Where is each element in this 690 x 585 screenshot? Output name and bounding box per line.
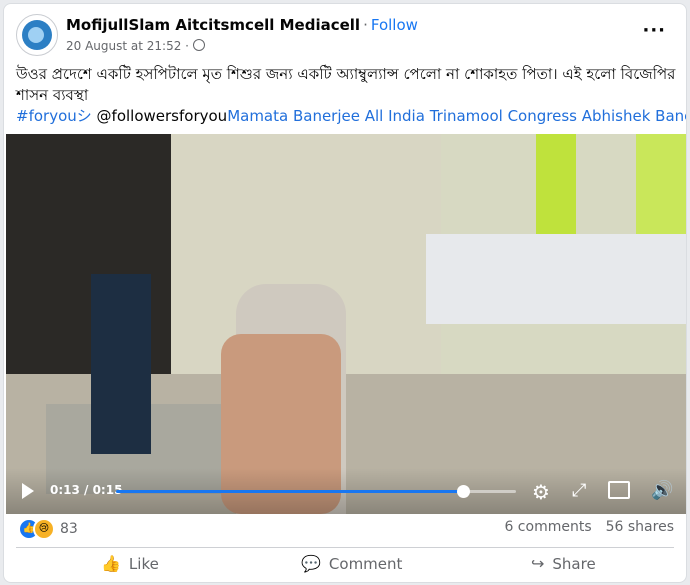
comments-count[interactable]: 6 comments (504, 519, 591, 535)
more-options-icon[interactable]: ··· (642, 20, 666, 41)
progress-fill (116, 490, 463, 493)
divider (16, 547, 674, 548)
video-time: 0:13 / 0:15 (50, 483, 123, 497)
like-label: Like (128, 555, 159, 573)
shares-count[interactable]: 56 shares (606, 519, 674, 535)
hashtag-link[interactable]: #foryouシ (16, 107, 92, 125)
avatar[interactable] (16, 14, 58, 56)
comment-label: Comment (328, 555, 403, 573)
comment-button[interactable]: 💬 Comment (301, 554, 402, 573)
action-bar: 👍 Like 💬 Comment ↪ Share (16, 550, 674, 580)
engagement-counts: 6 comments 56 shares (504, 519, 674, 535)
post-text: উওর প্রদেশে একটি হসপিটালে মৃত শিশুর জন্য… (16, 65, 676, 104)
follow-link[interactable]: Follow (371, 16, 418, 34)
tagged-pages[interactable]: Mamata Banerjee All India Trinamool Cong… (227, 107, 686, 125)
reaction-count: 83 (60, 521, 78, 537)
share-icon: ↪ (531, 554, 545, 573)
post-header: MofijullSlam Aitcitsmcell Mediacell · Foll… (16, 14, 674, 60)
author-name[interactable]: MofijullSlam Aitcitsmcell Mediacell (66, 16, 360, 34)
thumbs-up-icon: 👍 (101, 554, 121, 573)
author-line: MofijullSlam Aitcitsmcell Mediacell · Foll… (66, 16, 418, 34)
post-tags: #foryouシ @followersforyouMamata Banerjee… (16, 106, 686, 127)
video-player[interactable]: 0:13 / 0:15 ⚙ ⤢ 🔊 (6, 134, 686, 514)
post-card: MofijullSlam Aitcitsmcell Mediacell · Foll… (3, 3, 687, 583)
share-label: Share (552, 555, 596, 573)
play-icon[interactable] (22, 483, 34, 499)
expand-icon[interactable]: ⤢ (572, 480, 586, 501)
progress-bar[interactable] (116, 485, 516, 498)
share-button[interactable]: ↪ Share (531, 554, 596, 573)
globe-icon (193, 39, 205, 51)
timestamp[interactable]: 20 August at 21:52 (66, 39, 181, 53)
settings-icon[interactable]: ⚙ (532, 480, 550, 504)
like-button[interactable]: 👍 Like (101, 554, 159, 573)
comment-icon: 💬 (301, 554, 321, 573)
mention-link[interactable]: @followersforyou (97, 107, 228, 125)
post-meta: 20 August at 21:52 · (66, 39, 205, 53)
progress-handle[interactable] (456, 485, 470, 498)
pip-icon[interactable] (608, 481, 630, 499)
sad-reaction-icon: 😢 (33, 518, 55, 540)
video-controls: 0:13 / 0:15 ⚙ ⤢ 🔊 (6, 468, 686, 514)
volume-icon[interactable]: 🔊 (651, 480, 673, 501)
